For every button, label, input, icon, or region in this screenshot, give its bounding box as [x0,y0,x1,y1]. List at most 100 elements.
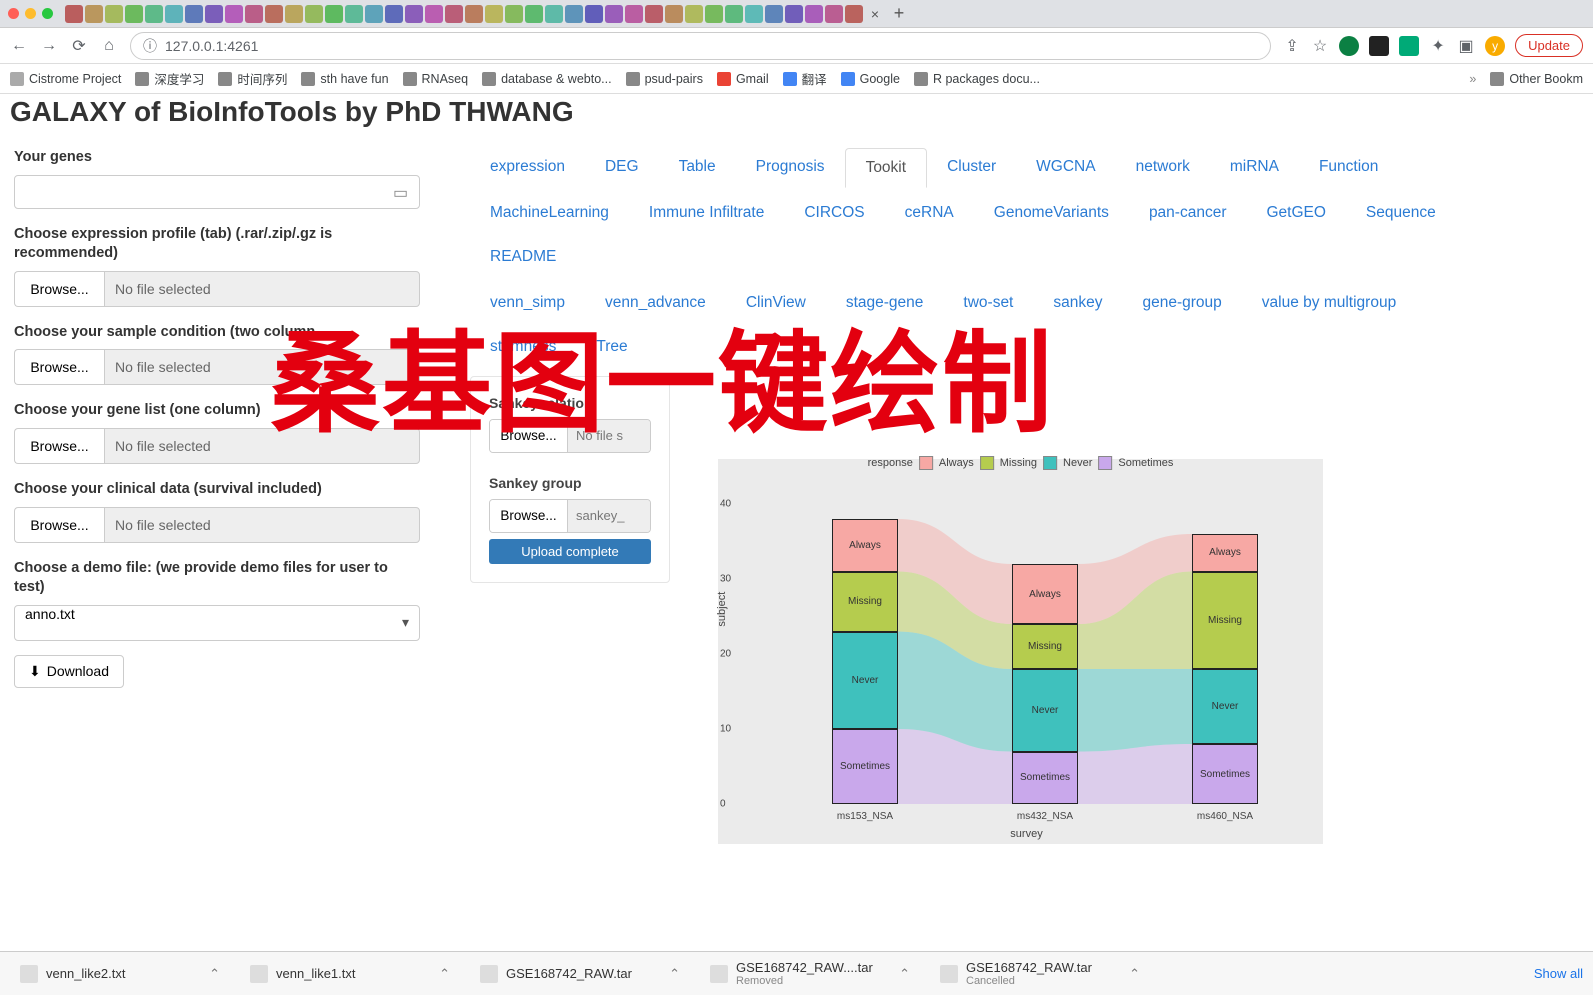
tab-favicon[interactable] [665,5,683,23]
your-genes-input[interactable]: ▭ [14,175,420,209]
chevron-up-icon[interactable]: ⌃ [1129,966,1140,982]
tab-favicon[interactable] [345,5,363,23]
minimize-window-icon[interactable] [25,8,36,19]
tab-gene-group[interactable]: gene-group [1123,284,1242,322]
sidebar-icon[interactable]: ▣ [1457,37,1475,55]
tab-favicon[interactable] [725,5,743,23]
tab-favicon[interactable] [785,5,803,23]
tab-favicon[interactable] [385,5,403,23]
tab-favicon[interactable] [845,5,863,23]
tab-favicon[interactable] [205,5,223,23]
tab-expression[interactable]: expression [470,148,585,188]
browse-group-button[interactable]: Browse... [490,500,568,532]
close-tab-icon[interactable]: × [865,4,885,24]
tab-circos[interactable]: CIRCOS [784,194,884,232]
tab-immune-infiltrate[interactable]: Immune Infiltrate [629,194,784,232]
tab-favicon[interactable] [625,5,643,23]
tab-cluster[interactable]: Cluster [927,148,1016,188]
tab-favicon[interactable] [765,5,783,23]
forward-icon[interactable]: → [40,37,58,55]
download-item[interactable]: GSE168742_RAW....tarRemoved⌃ [700,960,920,987]
close-window-icon[interactable] [8,8,19,19]
ext-icon[interactable] [1369,36,1389,56]
bookmark-item[interactable]: database & webto... [482,72,612,86]
bookmark-item[interactable]: RNAseq [403,72,469,86]
tab-favicon[interactable] [85,5,103,23]
tab-pan-cancer[interactable]: pan-cancer [1129,194,1247,232]
tab-favicon[interactable] [745,5,763,23]
extensions-icon[interactable]: ✦ [1429,37,1447,55]
tab-favicon[interactable] [425,5,443,23]
tab-favicon[interactable] [365,5,383,23]
tab-favicon[interactable] [405,5,423,23]
url-input[interactable]: ⓘ 127.0.0.1:4261 [130,32,1271,60]
show-all-downloads[interactable]: Show all [1534,966,1583,981]
grammarly-ext-icon[interactable] [1339,36,1359,56]
tab-favicon[interactable] [105,5,123,23]
bookmark-item[interactable]: sth have fun [301,72,388,86]
share-icon[interactable]: ⇪ [1283,37,1301,55]
tab-sequence[interactable]: Sequence [1346,194,1456,232]
star-icon[interactable]: ☆ [1311,37,1329,55]
tab-readme[interactable]: README [470,238,576,276]
tab-favicon[interactable] [145,5,163,23]
chevron-up-icon[interactable]: ⌃ [209,966,220,982]
maximize-window-icon[interactable] [42,8,53,19]
tab-favicon[interactable] [125,5,143,23]
tab-prognosis[interactable]: Prognosis [736,148,845,188]
tab-favicon[interactable] [185,5,203,23]
bookmark-item[interactable]: 翻译 [783,69,827,88]
bookmark-item[interactable]: Google [841,72,900,86]
tab-favicon[interactable] [705,5,723,23]
tab-favicon[interactable] [265,5,283,23]
tab-favicon[interactable] [545,5,563,23]
tab-wgcna[interactable]: WGCNA [1016,148,1115,188]
tab-cerna[interactable]: ceRNA [885,194,974,232]
bookmark-item[interactable]: 深度学习 [135,69,204,88]
download-button[interactable]: ⬇Download [14,655,124,688]
tab-favicon[interactable] [565,5,583,23]
tab-favicon[interactable] [65,5,83,23]
new-tab-icon[interactable]: + [887,3,911,24]
tab-favicon[interactable] [525,5,543,23]
browse-sample-button[interactable]: Browse... [14,349,104,385]
tab-favicon[interactable] [805,5,823,23]
tab-table[interactable]: Table [659,148,736,188]
tab-value-by-multigroup[interactable]: value by multigroup [1242,284,1416,322]
update-button[interactable]: Update [1515,34,1583,57]
tab-favicon[interactable] [645,5,663,23]
tab-favicon[interactable] [585,5,603,23]
tab-favicon[interactable] [445,5,463,23]
tab-mirna[interactable]: miRNA [1210,148,1299,188]
download-item[interactable]: GSE168742_RAW.tarCancelled⌃ [930,960,1150,987]
profile-avatar[interactable]: y [1485,36,1505,56]
bookmark-item[interactable]: R packages docu... [914,72,1040,86]
tab-favicon[interactable] [685,5,703,23]
ext-icon-2[interactable] [1399,36,1419,56]
tab-favicon[interactable] [285,5,303,23]
chevron-up-icon[interactable]: ⌃ [439,966,450,982]
tab-favicon[interactable] [465,5,483,23]
tab-favicon[interactable] [485,5,503,23]
bookmark-item[interactable]: Gmail [717,72,769,86]
tab-getgeo[interactable]: GetGEO [1246,194,1345,232]
download-item[interactable]: GSE168742_RAW.tar⌃ [470,965,690,983]
home-icon[interactable]: ⌂ [100,37,118,55]
download-item[interactable]: venn_like1.txt⌃ [240,965,460,983]
bookmark-item[interactable]: psud-pairs [626,72,703,86]
tab-favicon[interactable] [825,5,843,23]
tab-favicon[interactable] [225,5,243,23]
bookmark-item[interactable]: 时间序列 [218,69,287,88]
tab-favicon[interactable] [305,5,323,23]
tab-machinelearning[interactable]: MachineLearning [470,194,629,232]
demo-select[interactable]: anno.txt [14,605,420,641]
tab-network[interactable]: network [1116,148,1210,188]
tab-genomevariants[interactable]: GenomeVariants [974,194,1129,232]
bookmarks-overflow-icon[interactable]: » [1469,72,1476,86]
tab-favicon[interactable] [325,5,343,23]
tab-tookit[interactable]: Tookit [845,148,928,188]
browse-clinical-button[interactable]: Browse... [14,507,104,543]
tab-favicon[interactable] [245,5,263,23]
browse-genes-button[interactable]: Browse... [14,428,104,464]
download-item[interactable]: venn_like2.txt⌃ [10,965,230,983]
